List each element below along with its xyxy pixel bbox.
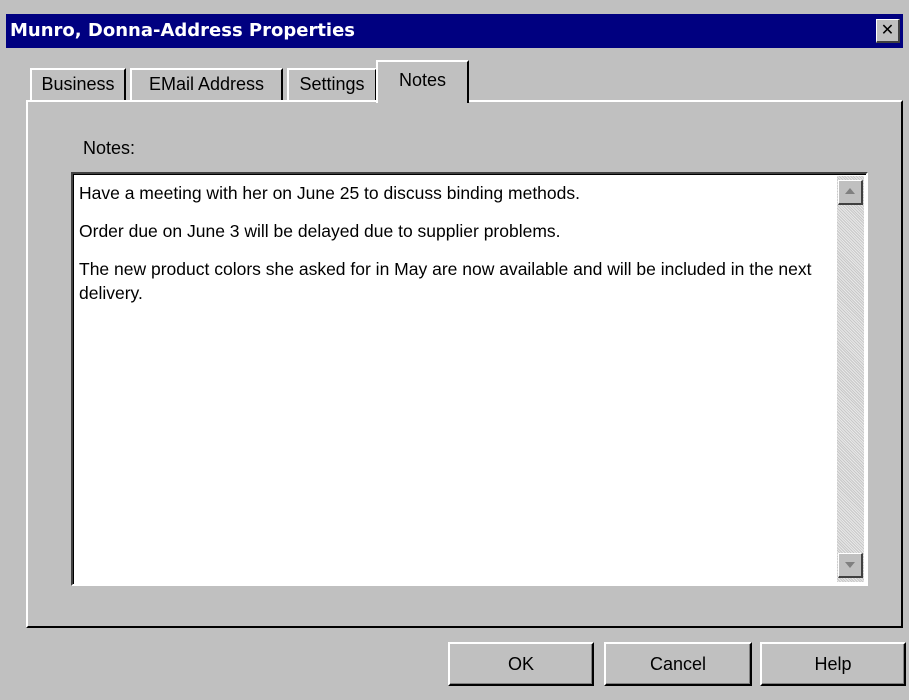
arrow-up-icon (845, 188, 855, 194)
title-bar[interactable]: Munro, Donna-Address Properties ✕ (6, 14, 903, 48)
scroll-up-button[interactable] (838, 180, 863, 205)
notes-paragraph: Have a meeting with her on June 25 to di… (79, 183, 580, 203)
notes-paragraph: Order due on June 3 will be delayed due … (79, 221, 561, 241)
notes-textarea[interactable]: Have a meeting with her on June 25 to di… (71, 172, 868, 586)
notes-paragraph: The new product colors she asked for in … (79, 259, 812, 303)
address-properties-dialog: Munro, Donna-Address Properties ✕ Busine… (0, 0, 909, 700)
scroll-down-button[interactable] (838, 553, 863, 578)
close-icon: ✕ (880, 20, 895, 39)
tab-settings[interactable]: Settings (287, 68, 377, 100)
vertical-scrollbar[interactable] (837, 176, 864, 582)
ok-button[interactable]: OK (448, 642, 594, 686)
arrow-down-icon (845, 562, 855, 568)
close-button[interactable]: ✕ (876, 19, 900, 43)
help-button[interactable]: Help (760, 642, 906, 686)
window-title: Munro, Donna-Address Properties (10, 20, 356, 41)
tab-email-address[interactable]: EMail Address (130, 68, 283, 100)
notes-content[interactable]: Have a meeting with her on June 25 to di… (79, 181, 819, 319)
cancel-button[interactable]: Cancel (604, 642, 752, 686)
tab-business[interactable]: Business (30, 68, 126, 100)
tab-notes[interactable]: Notes (376, 60, 469, 103)
notes-label: Notes: (83, 138, 136, 158)
